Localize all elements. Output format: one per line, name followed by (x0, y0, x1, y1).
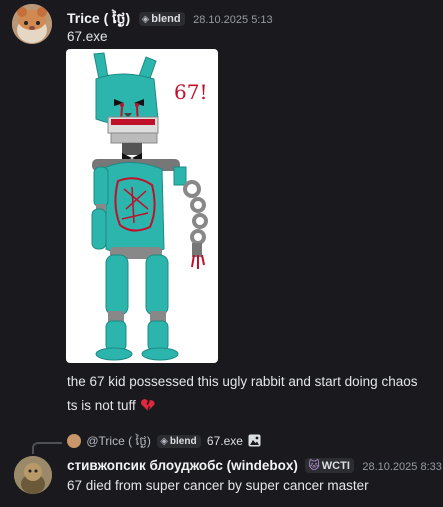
rabbit-drawing-icon: 67! (91, 52, 208, 361)
reply-author[interactable]: @Trice ( ថ្ងៃ) (86, 434, 151, 448)
timestamp[interactable]: 28.10.2025 8:33 (362, 461, 442, 473)
message-text-line: 67.exe (67, 29, 108, 44)
reply-reference[interactable]: @Trice ( ថ្ងៃ) ◈ blend 67.exe (67, 433, 261, 451)
guild-tag[interactable]: 🐱 WCTI (305, 458, 354, 473)
message: Trice ( ថ្ងៃ) ◈ blend 28.10.2025 5:13 67.… (0, 0, 443, 420)
drawing-text: 67! (174, 80, 208, 104)
image-attachment[interactable]: 67! (66, 49, 218, 363)
user-avatar-icon (14, 456, 52, 494)
hamster-avatar-icon (12, 4, 52, 44)
message-text-line: ts is not tuff (67, 398, 156, 413)
avatar[interactable] (14, 456, 52, 494)
message-text: ts is not tuff (67, 398, 136, 413)
broken-heart-icon (140, 399, 155, 411)
reply-connector (32, 442, 62, 454)
guild-tag-label: blend (151, 13, 181, 25)
diamond-icon: ◈ (141, 14, 150, 25)
guild-tag-label: WCTI (321, 460, 350, 472)
mini-avatar (67, 434, 81, 448)
guild-tag: ◈ blend (157, 435, 201, 448)
timestamp[interactable]: 28.10.2025 5:13 (193, 14, 273, 26)
image-icon (248, 434, 261, 447)
message-text-line: the 67 kid possessed this ugly rabbit an… (67, 374, 418, 389)
author-name[interactable]: Trice ( ថ្ងៃ) (67, 10, 130, 26)
diamond-icon: ◈ (160, 436, 168, 447)
avatar[interactable] (12, 4, 52, 44)
cat-icon: 🐱 (308, 460, 320, 472)
reply-message: @Trice ( ថ្ងៃ) ◈ blend 67.exe стивжопсик … (0, 428, 443, 503)
reply-preview-text: 67.exe (206, 434, 243, 448)
author-name[interactable]: стивжопсик блоуджобс (windebox) (67, 458, 298, 473)
message-text: 67 died from super cancer by super cance… (67, 478, 369, 493)
guild-tag-label: blend (169, 436, 197, 447)
guild-tag[interactable]: ◈ blend (138, 12, 185, 26)
